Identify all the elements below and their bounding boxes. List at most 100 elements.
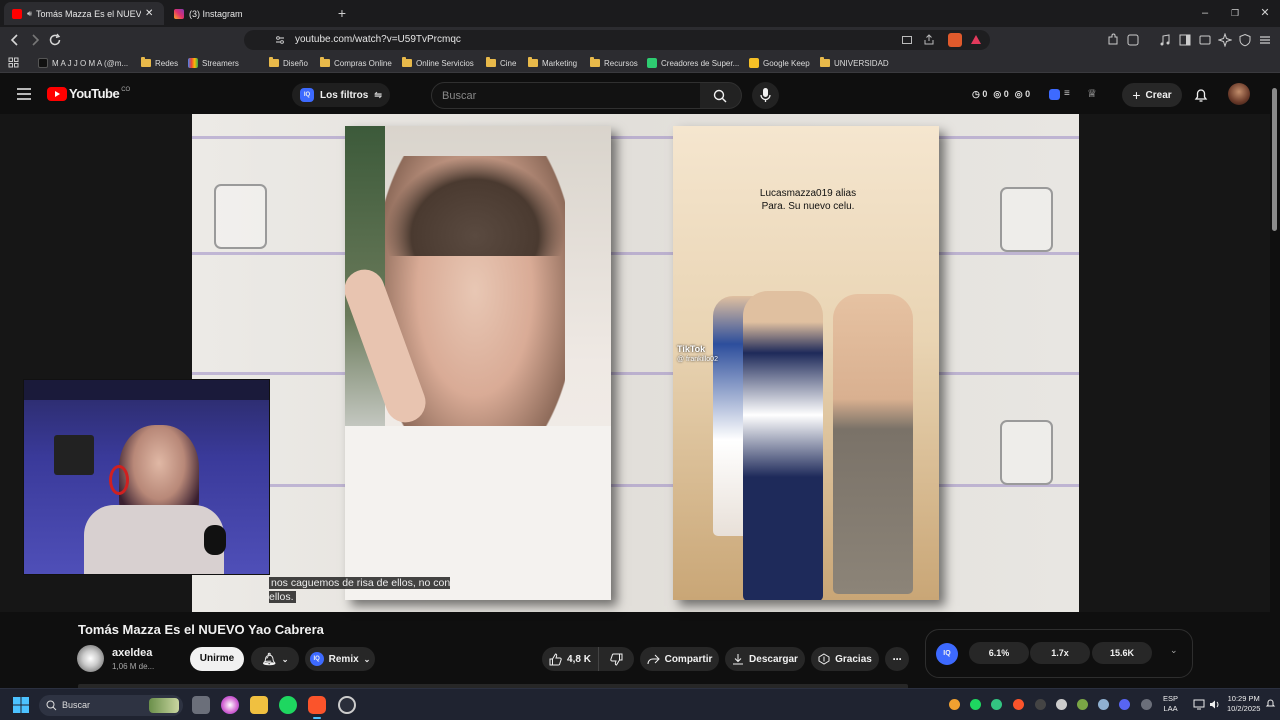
bookmark-universidad[interactable]: UNIVERSIDAD	[820, 56, 889, 70]
tab-instagram[interactable]: (3) Instagram	[168, 2, 328, 25]
bookmark-online-servicios[interactable]: Online Servicios	[402, 56, 474, 70]
folder-icon	[402, 57, 412, 67]
bookmark-label: Diseño	[283, 58, 308, 68]
remix-button[interactable]: IQ Remix ⌄	[305, 647, 375, 671]
speaker-icon[interactable]: 🔊︎	[27, 9, 32, 19]
bookmark-marketing[interactable]: Marketing	[528, 56, 577, 70]
trophy-icon[interactable]: ♕	[1087, 87, 1097, 100]
notifications-bell-icon[interactable]	[1194, 87, 1208, 103]
spotify-icon[interactable]	[279, 696, 297, 714]
video-player[interactable]: PARENTAL ADVISORY EXPLICIT	[0, 114, 1270, 706]
bookmark-cine[interactable]: Cine	[486, 56, 516, 70]
plus-icon: +	[1132, 87, 1141, 103]
folder-icon	[141, 57, 151, 67]
notification-center-icon[interactable]	[1265, 698, 1276, 709]
bookmark-google-keep[interactable]: Google Keep	[749, 56, 810, 70]
vpn-shield-icon[interactable]	[1238, 33, 1252, 47]
brave-rewards-icon[interactable]	[969, 33, 983, 47]
windows-start-icon[interactable]	[13, 697, 29, 713]
thanks-button[interactable]: Gracias	[811, 647, 879, 671]
translate-icon[interactable]	[1126, 33, 1140, 47]
file-explorer-icon[interactable]	[250, 696, 268, 714]
counter-2[interactable]: ◎ 0	[993, 89, 1008, 100]
scrollbar-thumb[interactable]	[1272, 88, 1277, 231]
filters-button[interactable]: IQ Los filtros ⇋	[292, 83, 390, 107]
brave-tray-icon[interactable]	[1013, 699, 1024, 710]
bookmark-streamers[interactable]: Streamers	[188, 56, 239, 70]
media-music-icon[interactable]	[1158, 33, 1172, 47]
tab-youtube[interactable]: 🔊︎ Tomás Mazza Es el NUEVO Ya ✕	[4, 2, 164, 25]
task-view-icon[interactable]	[192, 696, 210, 714]
channel-name[interactable]: axeldea	[112, 647, 152, 659]
whatsapp-tray-icon[interactable]	[991, 699, 1002, 710]
minimize-icon[interactable]: –	[1197, 6, 1213, 20]
join-button[interactable]: Unirme	[190, 647, 244, 671]
obs-icon[interactable]	[338, 696, 356, 714]
cast-icon[interactable]	[901, 34, 913, 46]
taskbar-search[interactable]: Buscar	[39, 695, 183, 716]
forward-arrow-icon[interactable]	[27, 32, 43, 48]
bookmark-redes[interactable]: Redes	[141, 56, 178, 70]
close-tab-icon[interactable]: ✕	[145, 8, 153, 19]
site-settings-icon[interactable]	[274, 34, 286, 46]
steam-tray-icon[interactable]	[1098, 699, 1109, 710]
expand-chevron-icon[interactable]: ⌄	[1170, 645, 1178, 656]
wallet-icon[interactable]	[1198, 33, 1212, 47]
share-button[interactable]: Compartir	[640, 647, 719, 671]
url-bar[interactable]: youtube.com/watch?v=U59TvPrcmqc	[244, 30, 990, 50]
bookmark-diseno[interactable]: Diseño	[269, 56, 308, 70]
bookmark-recursos[interactable]: Recursos	[590, 56, 638, 70]
network-icon[interactable]	[1193, 699, 1205, 710]
obs-tray-icon[interactable]	[1035, 699, 1046, 710]
dislike-button[interactable]	[598, 647, 634, 671]
folder-icon	[269, 57, 279, 67]
counter-3[interactable]: ◎ 0	[1015, 89, 1030, 100]
spotify-tray-icon[interactable]	[970, 699, 981, 710]
voice-search-button[interactable]	[752, 82, 779, 109]
menu-hamburger-icon[interactable]	[1258, 33, 1272, 47]
youtube-favicon-icon	[12, 8, 22, 19]
brave-shields-icon[interactable]	[948, 33, 962, 47]
notification-bell-button[interactable]: 🔔︎ ⌄	[251, 647, 299, 671]
notebook-rule-line	[192, 136, 1079, 139]
share-page-icon[interactable]	[923, 34, 935, 46]
headphones-shape	[109, 465, 129, 495]
back-arrow-icon[interactable]	[7, 32, 23, 48]
dropbox-tray-icon[interactable]	[1056, 699, 1067, 710]
discord-tray-icon[interactable]	[1119, 699, 1130, 710]
bookmark-creadores[interactable]: Creadores de Super...	[647, 56, 739, 70]
guide-menu-icon[interactable]	[17, 88, 31, 100]
close-window-icon[interactable]: ✕	[1257, 6, 1273, 20]
brave-browser-icon[interactable]	[308, 696, 326, 714]
account-avatar[interactable]	[1228, 83, 1250, 105]
streamer-shirt	[84, 505, 224, 574]
microphone-tray-icon[interactable]	[1141, 699, 1152, 710]
photos-app-icon[interactable]	[221, 696, 239, 714]
channel-avatar[interactable]	[77, 645, 104, 672]
restore-icon[interactable]: ❐	[1227, 6, 1243, 20]
youtube-logo[interactable]: YouTube CO	[47, 86, 130, 101]
copilot-tray-icon[interactable]	[949, 699, 960, 710]
more-actions-button[interactable]: ···	[885, 647, 909, 671]
search-button[interactable]	[700, 82, 742, 109]
extensions-icon[interactable]	[1106, 33, 1120, 47]
system-clock[interactable]: 10:29 PM 10/2/2025	[1227, 694, 1260, 714]
sidebar-icon[interactable]	[1178, 33, 1192, 47]
search-input[interactable]: Buscar	[431, 82, 701, 109]
bookmark-majjoma[interactable]: M A J J O M A (@m...	[38, 56, 128, 70]
volume-icon[interactable]	[1209, 699, 1221, 710]
leo-ai-icon[interactable]	[1218, 33, 1232, 47]
create-button[interactable]: + Crear	[1122, 83, 1182, 107]
nvidia-tray-icon[interactable]	[1077, 699, 1088, 710]
bookmark-compras-online[interactable]: Compras Online	[320, 56, 392, 70]
country-code: CO	[121, 86, 131, 93]
like-button[interactable]: 4,8 K	[542, 647, 598, 671]
iq-extension-icon[interactable]	[1049, 89, 1060, 100]
download-button[interactable]: Descargar	[725, 647, 805, 671]
input-language[interactable]: ESP LAA	[1163, 694, 1178, 714]
reload-icon[interactable]	[47, 32, 63, 48]
counter-1[interactable]: ◷ 0	[972, 89, 987, 100]
new-tab-plus-icon[interactable]: +	[334, 6, 350, 20]
list-filter-icon[interactable]: ≡	[1064, 88, 1070, 99]
apps-grid-icon[interactable]	[8, 57, 19, 68]
